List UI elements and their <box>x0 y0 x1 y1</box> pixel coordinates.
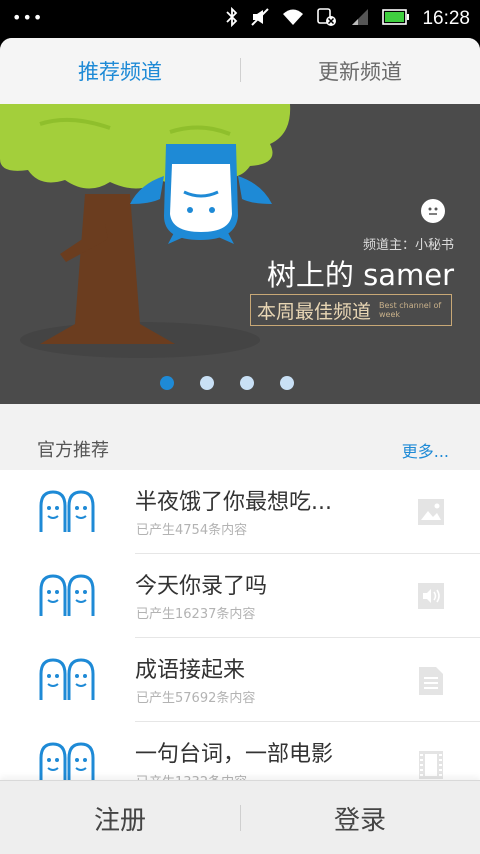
carousel-dot-3[interactable] <box>240 376 254 390</box>
owner-avatar-icon <box>421 199 445 223</box>
channel-count: 已产生16237条内容 <box>136 607 256 622</box>
bluetooth-icon <box>226 6 238 31</box>
login-button[interactable]: 登录 <box>240 781 480 854</box>
channel-row[interactable]: 今天你录了吗 已产生16237条内容 <box>0 554 480 638</box>
channel-row[interactable]: 半夜饿了你最想吃... 已产生4754条内容 <box>0 470 480 554</box>
carousel-dot-2[interactable] <box>200 376 214 390</box>
channel-count: 已产生4754条内容 <box>136 523 248 538</box>
channel-title: 成语接起来 <box>135 658 246 683</box>
sim-off-icon <box>316 7 338 31</box>
audio-icon <box>417 582 445 614</box>
carousel-dots <box>0 376 480 392</box>
overflow-dots: ••• <box>12 8 44 27</box>
film-icon <box>417 750 445 784</box>
channel-title: 半夜饿了你最想吃... <box>135 490 332 515</box>
channel-count: 已产生57692条内容 <box>136 691 256 706</box>
official-section-header: 官方推荐 更多... <box>0 404 480 470</box>
wifi-icon <box>282 8 304 30</box>
tab-updated[interactable]: 更新频道 <box>240 38 480 104</box>
status-icons: 16:28 <box>226 6 470 31</box>
best-badge-sub: Best channel of week <box>379 301 442 319</box>
channel-logo-icon <box>38 658 96 706</box>
channel-logo-icon <box>38 490 96 538</box>
channel-list: 半夜饿了你最想吃... 已产生4754条内容 今天你录了吗 已产生16237条内… <box>0 470 480 814</box>
status-time: 16:28 <box>422 8 470 29</box>
document-icon <box>417 666 445 700</box>
auth-footer: 注册 登录 <box>0 780 480 854</box>
section-title: 官方推荐 <box>37 440 109 461</box>
more-link[interactable]: 更多... <box>402 438 449 462</box>
best-channel-badge: 本周最佳频道 Best channel of week <box>250 294 452 326</box>
register-button[interactable]: 注册 <box>0 781 240 854</box>
mute-icon <box>250 7 270 31</box>
image-icon <box>417 498 445 530</box>
carousel-dot-1[interactable] <box>160 376 174 390</box>
app-window: 推荐频道 更新频道 频道主：小秘书 树上的 samer 本周最佳频道 Best … <box>0 38 480 854</box>
channel-title: 一句台词，一部电影 <box>135 742 334 767</box>
battery-icon <box>382 9 410 29</box>
channel-row[interactable]: 成语接起来 已产生57692条内容 <box>0 638 480 722</box>
signal-icon <box>350 8 370 30</box>
channel-tabs: 推荐频道 更新频道 <box>0 38 480 105</box>
best-badge-main: 本周最佳频道 <box>257 300 372 323</box>
channel-logo-icon <box>38 574 96 622</box>
channel-title: 今天你录了吗 <box>135 574 268 599</box>
featured-banner[interactable]: 频道主：小秘书 树上的 samer 本周最佳频道 Best channel of… <box>0 104 480 404</box>
carousel-dot-4[interactable] <box>280 376 294 390</box>
status-bar: ••• 16:28 <box>0 0 480 38</box>
channel-owner: 频道主：小秘书 <box>362 238 454 253</box>
tab-recommended[interactable]: 推荐频道 <box>0 38 240 104</box>
banner-channel-title: 树上的 samer <box>266 258 454 292</box>
